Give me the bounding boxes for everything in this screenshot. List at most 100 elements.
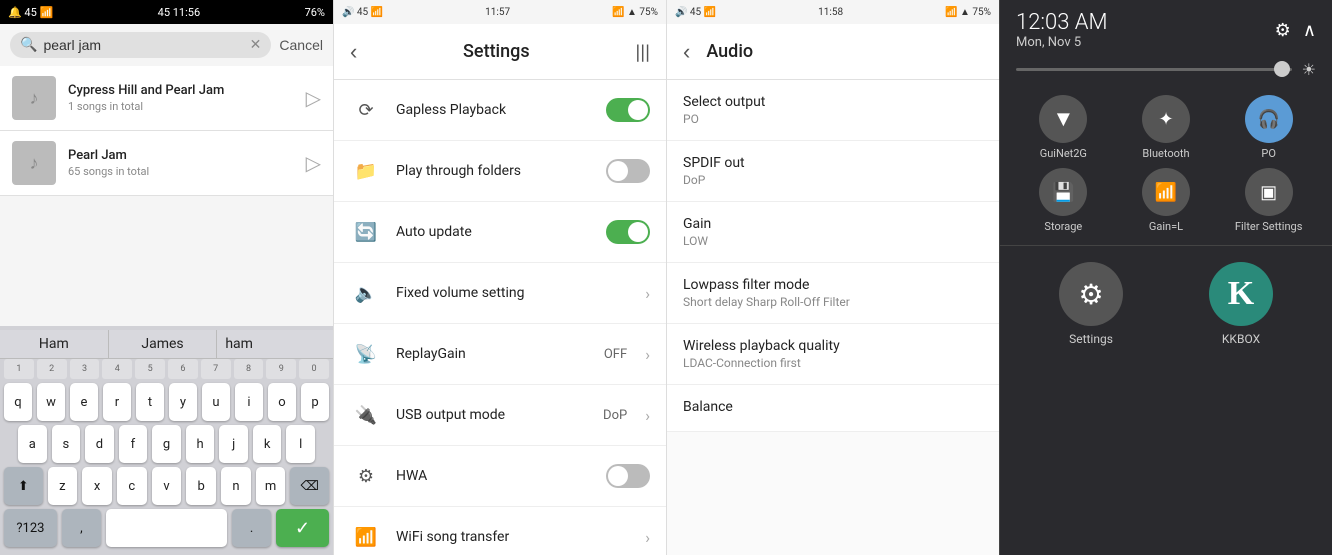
key-num[interactable]: ?123	[4, 509, 57, 547]
song-subtitle-2: 65 songs in total	[68, 165, 294, 178]
audio-title: Audio	[706, 41, 753, 62]
settings-item-replaygain[interactable]: 📡 ReplayGain OFF ›	[334, 324, 666, 385]
num-key[interactable]: 5	[135, 359, 165, 379]
key-shift[interactable]: ⬆	[4, 467, 43, 505]
key-m[interactable]: m	[256, 467, 286, 505]
output-title: Select output	[683, 94, 983, 110]
audio-item-output[interactable]: Select output PO	[667, 80, 999, 141]
num-key[interactable]: 8	[234, 359, 264, 379]
status-time-2: 11:57	[485, 7, 510, 18]
key-comma[interactable]: ,	[62, 509, 101, 547]
suggestion-2[interactable]: ham	[217, 330, 333, 358]
key-f[interactable]: f	[119, 425, 148, 463]
audio-item-wireless[interactable]: Wireless playback quality LDAC-Connectio…	[667, 324, 999, 385]
key-o[interactable]: o	[268, 383, 296, 421]
key-enter[interactable]: ✓	[276, 509, 329, 547]
autoupdate-label: Auto update	[396, 224, 592, 240]
search-input[interactable]	[43, 37, 243, 53]
key-r[interactable]: r	[103, 383, 131, 421]
key-d[interactable]: d	[85, 425, 114, 463]
search-wrapper[interactable]: 🔍 ✕	[10, 32, 271, 58]
audio-item-spdif[interactable]: SPDIF out DoP	[667, 141, 999, 202]
cancel-button[interactable]: Cancel	[279, 37, 323, 53]
volume-label: Fixed volume setting	[396, 285, 631, 301]
key-space[interactable]	[106, 509, 227, 547]
status-left: 🔔 45 📶	[8, 6, 53, 19]
key-period[interactable]: .	[232, 509, 271, 547]
back-button-audio[interactable]: ‹	[683, 39, 690, 65]
key-t[interactable]: t	[136, 383, 164, 421]
key-y[interactable]: y	[169, 383, 197, 421]
key-g[interactable]: g	[152, 425, 181, 463]
folders-toggle[interactable]	[606, 159, 650, 183]
brightness-bar[interactable]	[1016, 68, 1292, 71]
hwa-toggle[interactable]	[606, 464, 650, 488]
settings-item-wifi[interactable]: 📶 WiFi song transfer ›	[334, 507, 666, 555]
app-settings[interactable]: ⚙ Settings	[1059, 262, 1123, 346]
settings-item-hwa[interactable]: ⚙ HWA	[334, 446, 666, 507]
key-q[interactable]: q	[4, 383, 32, 421]
num-key[interactable]: 6	[168, 359, 198, 379]
settings-item-autoupdate[interactable]: 🔄 Auto update	[334, 202, 666, 263]
clear-icon[interactable]: ✕	[250, 37, 262, 53]
audio-item-balance[interactable]: Balance	[667, 385, 999, 432]
settings-item-gapless[interactable]: ⟳ Gapless Playback	[334, 80, 666, 141]
key-b[interactable]: b	[186, 467, 216, 505]
key-u[interactable]: u	[202, 383, 230, 421]
play-button-2[interactable]: ▷	[306, 151, 321, 176]
suggestion-1[interactable]: James	[109, 330, 218, 358]
tile-po[interactable]: 🎧 PO	[1221, 95, 1316, 160]
tile-gainl[interactable]: 📶 Gain=L	[1119, 168, 1214, 233]
num-key[interactable]: 1	[4, 359, 34, 379]
key-i[interactable]: i	[235, 383, 263, 421]
notif-time-date: 12:03 AM Mon, Nov 5	[1016, 10, 1108, 50]
audio-item-lowpass[interactable]: Lowpass filter mode Short delay Sharp Ro…	[667, 263, 999, 324]
headphone-tile-icon: 🎧	[1245, 95, 1293, 143]
key-w[interactable]: w	[37, 383, 65, 421]
key-h[interactable]: h	[186, 425, 215, 463]
collapse-icon[interactable]: ∧	[1303, 20, 1316, 41]
key-e[interactable]: e	[70, 383, 98, 421]
suggestion-0[interactable]: Ham	[0, 330, 109, 358]
key-c[interactable]: c	[117, 467, 147, 505]
bluetooth-label: Bluetooth	[1142, 147, 1189, 160]
list-item[interactable]: ♪ Pearl Jam 65 songs in total ▷	[0, 131, 333, 196]
replaygain-icon: 📡	[350, 338, 382, 370]
key-l[interactable]: l	[286, 425, 315, 463]
num-key[interactable]: 3	[70, 359, 100, 379]
key-backspace[interactable]: ⌫	[290, 467, 329, 505]
settings-item-volume[interactable]: 🔈 Fixed volume setting ›	[334, 263, 666, 324]
key-k[interactable]: k	[253, 425, 282, 463]
gapless-toggle[interactable]	[606, 98, 650, 122]
tile-bluetooth[interactable]: ✦ Bluetooth	[1119, 95, 1214, 160]
play-button-1[interactable]: ▷	[306, 86, 321, 111]
tile-storage[interactable]: 💾 Storage	[1016, 168, 1111, 233]
key-p[interactable]: p	[301, 383, 329, 421]
tile-guinet2g[interactable]: ▼ GuiNet2G	[1016, 95, 1111, 160]
tile-filter[interactable]: ▣ Filter Settings	[1221, 168, 1316, 233]
num-key[interactable]: 2	[37, 359, 67, 379]
key-n[interactable]: n	[221, 467, 251, 505]
num-key[interactable]: 4	[102, 359, 132, 379]
hwa-icon: ⚙	[350, 460, 382, 492]
key-z[interactable]: z	[48, 467, 78, 505]
back-button-settings[interactable]: ‹	[350, 39, 357, 65]
settings-item-folders[interactable]: 📁 Play through folders	[334, 141, 666, 202]
num-key[interactable]: 0	[299, 359, 329, 379]
autoupdate-toggle[interactable]	[606, 220, 650, 244]
key-v[interactable]: v	[152, 467, 182, 505]
app-kkbox[interactable]: K KKBOX	[1209, 262, 1273, 346]
brightness-knob[interactable]	[1274, 61, 1290, 77]
settings-item-usb[interactable]: 🔌 USB output mode DoP ›	[334, 385, 666, 446]
key-a[interactable]: a	[18, 425, 47, 463]
num-key[interactable]: 7	[201, 359, 231, 379]
equalizer-icon[interactable]: |||	[635, 40, 650, 64]
audio-item-gain[interactable]: Gain LOW	[667, 202, 999, 263]
key-s[interactable]: s	[52, 425, 81, 463]
num-key[interactable]: 9	[266, 359, 296, 379]
status-clock: 45 11:56	[158, 6, 201, 19]
list-item[interactable]: ♪ Cypress Hill and Pearl Jam 1 songs in …	[0, 66, 333, 131]
settings-quick-icon[interactable]: ⚙	[1275, 20, 1291, 41]
key-x[interactable]: x	[82, 467, 112, 505]
key-j[interactable]: j	[219, 425, 248, 463]
